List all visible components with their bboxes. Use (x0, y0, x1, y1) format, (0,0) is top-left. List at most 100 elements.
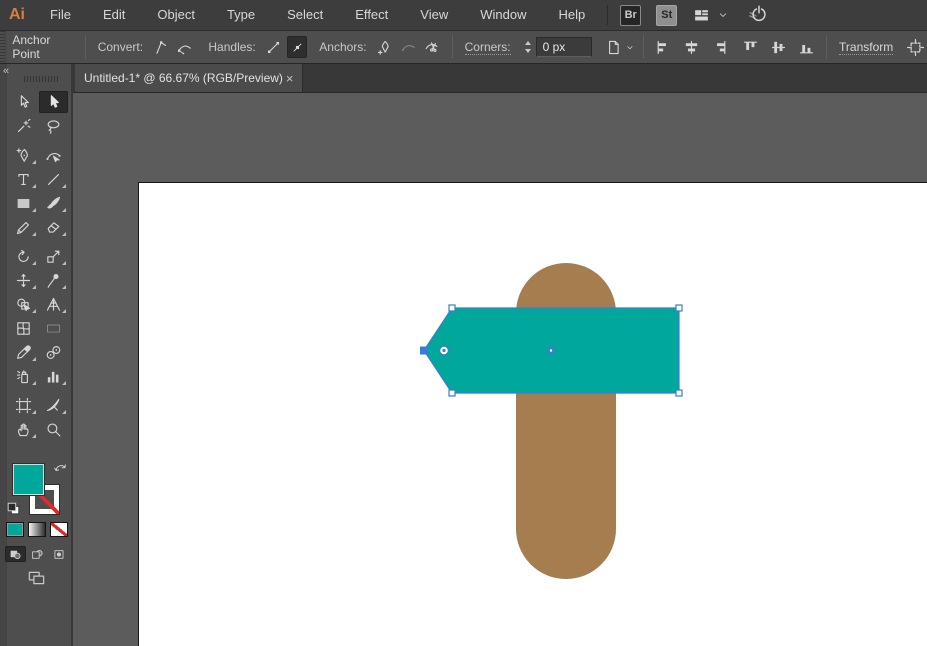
eyedropper-tool[interactable] (9, 341, 38, 363)
gradient-tool[interactable] (39, 317, 68, 339)
default-fill-stroke-icon[interactable] (6, 501, 21, 516)
stepper-down-icon[interactable] (523, 47, 534, 55)
gradient-button[interactable] (28, 522, 46, 537)
divider (84, 35, 86, 59)
symbol-sprayer-tool[interactable] (9, 365, 38, 387)
context-label: Anchor Point (12, 33, 51, 61)
menu-file[interactable]: File (34, 0, 87, 30)
corners-stepper[interactable] (523, 39, 534, 55)
menu-select[interactable]: Select (271, 0, 339, 30)
selected-anchor-point (420, 346, 428, 355)
document-options-button[interactable] (604, 36, 624, 58)
corners-input[interactable] (535, 37, 592, 57)
scale-tool[interactable] (39, 245, 68, 267)
convert-to-corner-button[interactable] (151, 36, 171, 58)
perspective-grid-tool[interactable] (39, 293, 68, 315)
document-tab-label: Untitled-1* @ 66.67% (RGB/Preview) (84, 71, 283, 85)
column-graph-tool[interactable] (39, 365, 68, 387)
paintbrush-tool[interactable] (39, 192, 68, 214)
rotate-tool[interactable] (9, 245, 38, 267)
remove-anchor-button (398, 36, 418, 58)
color-button[interactable] (6, 522, 24, 537)
workspace-switcher-button[interactable] (692, 7, 711, 24)
add-anchor-button[interactable] (375, 36, 395, 58)
drawing-mode-buttons (5, 546, 70, 562)
artboard[interactable] (139, 183, 927, 646)
align-horizontal-right-button[interactable] (709, 36, 729, 58)
align-vertical-center-button[interactable] (769, 36, 789, 58)
touch-workspace-button[interactable] (747, 4, 771, 26)
align-horizontal-center-button[interactable] (682, 36, 702, 58)
draw-behind-button[interactable] (27, 546, 48, 562)
collapse-panel-button[interactable]: « (3, 65, 9, 77)
divider (451, 35, 453, 59)
stepper-up-icon[interactable] (523, 39, 534, 47)
menu-view[interactable]: View (404, 0, 464, 30)
selection-tool[interactable] (38, 91, 68, 113)
isolate-selected-object-button[interactable] (905, 36, 925, 58)
bridge-button[interactable]: Br (620, 4, 642, 26)
shape-builder-tool[interactable] (9, 293, 38, 315)
shaper-tool[interactable] (9, 216, 38, 238)
document-tab-bar: Untitled-1* @ 66.67% (RGB/Preview) × (73, 64, 927, 93)
canvas-area[interactable] (73, 93, 927, 646)
control-bar-grip[interactable] (0, 31, 7, 63)
divider (643, 35, 645, 59)
convert-to-smooth-button[interactable] (175, 36, 195, 58)
convert-label: Convert: (97, 40, 144, 54)
artboard-tool[interactable] (9, 394, 38, 416)
cut-path-button[interactable] (422, 36, 442, 58)
swap-fill-stroke-icon[interactable] (52, 461, 69, 476)
menu-effect[interactable]: Effect (339, 0, 404, 30)
zoom-tool[interactable] (39, 418, 68, 440)
toolbar-grip[interactable] (24, 76, 58, 82)
transform-button[interactable]: Transform (839, 40, 894, 55)
change-screen-mode-button[interactable] (25, 569, 48, 587)
rectangle-tool[interactable] (9, 192, 38, 214)
fill-color-swatch[interactable] (12, 463, 45, 496)
close-icon[interactable]: × (283, 70, 297, 87)
draw-normal-button[interactable] (5, 546, 26, 562)
curvature-tool[interactable] (39, 144, 68, 166)
magic-wand-tool[interactable] (9, 115, 38, 137)
chevron-down-icon[interactable] (625, 42, 635, 53)
menu-help[interactable]: Help (542, 0, 601, 30)
mesh-tool[interactable] (9, 317, 38, 339)
blend-tool[interactable] (39, 341, 68, 363)
menu-edit[interactable]: Edit (87, 0, 141, 30)
hide-handles-button[interactable] (287, 36, 308, 58)
tool-grid (7, 91, 69, 442)
illustrator-window: Ai File Edit Object Type Select Effect View Win… (0, 0, 927, 646)
document-tab[interactable]: Untitled-1* @ 66.67% (RGB/Preview) × (75, 64, 303, 92)
paint-mode-buttons (6, 522, 68, 537)
handles-label: Handles: (208, 40, 256, 54)
draw-inside-button[interactable] (49, 546, 70, 562)
type-tool[interactable] (9, 168, 38, 190)
slice-tool[interactable] (39, 394, 68, 416)
show-handles-button[interactable] (264, 36, 284, 58)
hand-tool[interactable] (9, 418, 38, 440)
width-tool[interactable] (9, 269, 38, 291)
toolbar-panel: « (0, 64, 73, 646)
menu-bar: Ai File Edit Object Type Select Effect View Win… (0, 0, 927, 30)
lasso-tool[interactable] (39, 115, 68, 137)
stock-button[interactable]: St (656, 4, 678, 26)
corners-label[interactable]: Corners: (464, 40, 511, 55)
menu-items: File Edit Object Type Select Effect View Window… (34, 0, 601, 30)
align-horizontal-left-button[interactable] (654, 36, 674, 58)
sign-shape[interactable] (418, 302, 686, 399)
pen-tool[interactable] (9, 144, 38, 166)
puppet-warp-tool[interactable] (39, 269, 68, 291)
line-segment-tool[interactable] (39, 168, 68, 190)
divider (826, 35, 828, 59)
eraser-tool[interactable] (39, 216, 68, 238)
direct-selection-tool[interactable] (9, 91, 38, 113)
chevron-down-icon[interactable] (717, 9, 729, 21)
menu-window[interactable]: Window (464, 0, 542, 30)
app-logo: Ai (9, 6, 25, 23)
menu-type[interactable]: Type (211, 0, 271, 30)
align-vertical-bottom-button[interactable] (796, 36, 816, 58)
align-vertical-top-button[interactable] (741, 36, 761, 58)
menu-object[interactable]: Object (141, 0, 211, 30)
none-button[interactable] (50, 522, 68, 537)
